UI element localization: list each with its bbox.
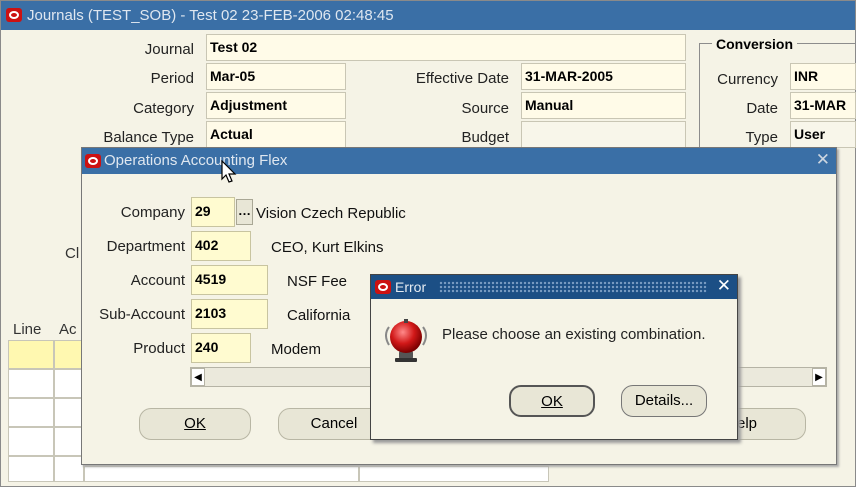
error-details-label: Details... <box>634 392 694 409</box>
account-cell[interactable] <box>54 340 84 369</box>
source-label: Source <box>461 100 509 117</box>
line-cell[interactable] <box>8 340 54 369</box>
sub-account-field[interactable]: 2103 <box>191 299 268 329</box>
conversion-date-label: Date <box>746 100 778 117</box>
company-description: Vision Czech Republic <box>256 205 406 222</box>
flex-cancel-label: Cancel <box>310 415 358 432</box>
company-field[interactable]: 29 <box>191 197 235 227</box>
error-message: Please choose an existing combination. <box>442 326 706 343</box>
account-cell[interactable] <box>54 369 84 398</box>
error-ok-button[interactable]: OK <box>509 385 595 417</box>
account-column-header: Ac <box>59 321 77 338</box>
error-title: Error <box>395 279 427 295</box>
budget-field[interactable] <box>521 121 686 148</box>
source-field[interactable]: Manual <box>521 92 686 119</box>
company-label: Company <box>120 204 185 221</box>
oracle-logo-icon <box>85 154 101 168</box>
effective-date-label: Effective Date <box>415 70 509 87</box>
error-title-bar[interactable]: Error ✕ <box>371 275 737 299</box>
currency-field[interactable]: INR <box>790 63 856 90</box>
department-description: CEO, Kurt Elkins <box>271 239 384 256</box>
balance-type-label: Balance Type <box>103 129 194 146</box>
mouse-cursor-icon <box>221 160 237 183</box>
period-label: Period <box>150 70 194 87</box>
account-cell[interactable] <box>54 456 84 482</box>
balance-type-field[interactable]: Actual <box>206 121 346 148</box>
error-alarm-icon <box>385 319 427 362</box>
grid-cell[interactable] <box>359 466 549 482</box>
department-field[interactable]: 402 <box>191 231 251 261</box>
partial-cl-label: Cl <box>65 245 80 262</box>
account-label: Account <box>130 272 185 289</box>
line-cell[interactable] <box>8 398 54 427</box>
title-bar-pattern <box>439 281 707 293</box>
accounting-flex-title-bar[interactable]: Operations Accounting Flex ✕ <box>82 148 836 174</box>
close-icon[interactable]: ✕ <box>717 276 731 296</box>
conversion-type-label: Type <box>745 129 778 146</box>
grid-cell[interactable] <box>84 466 359 482</box>
error-details-button[interactable]: Details... <box>621 385 707 417</box>
error-dialog: Error ✕ Please choose an existing combin… <box>370 274 738 440</box>
product-label: Product <box>133 340 185 357</box>
conversion-title: Conversion <box>712 36 798 52</box>
conversion-date-field[interactable]: 31-MAR <box>790 92 856 119</box>
sub-account-description: California <box>287 307 351 324</box>
line-cell[interactable] <box>8 456 54 482</box>
oracle-logo-icon <box>375 280 391 294</box>
journals-window-title: Journals (TEST_SOB) - Test 02 23-FEB-200… <box>27 7 394 24</box>
scroll-right-icon[interactable]: ▶ <box>812 368 826 386</box>
account-cell[interactable] <box>54 398 84 427</box>
oracle-logo-icon <box>6 8 22 22</box>
flex-ok-button[interactable]: OK <box>139 408 251 440</box>
flex-ok-label: OK <box>184 415 206 432</box>
department-label: Department <box>106 238 185 255</box>
period-field[interactable]: Mar-05 <box>206 63 346 90</box>
sub-account-label: Sub-Account <box>99 306 185 323</box>
effective-date-field[interactable]: 31-MAR-2005 <box>521 63 686 90</box>
category-label: Category <box>133 100 194 117</box>
error-ok-label: OK <box>541 393 563 410</box>
line-column-header: Line <box>13 321 42 338</box>
accounting-flex-title: Operations Accounting Flex <box>104 152 288 169</box>
category-field[interactable]: Adjustment <box>206 92 346 119</box>
conversion-type-field[interactable]: User <box>790 121 856 148</box>
flex-help-label: elp <box>737 415 758 432</box>
scroll-left-icon[interactable]: ◀ <box>191 368 205 386</box>
close-icon[interactable]: ✕ <box>816 150 830 170</box>
account-description: NSF Fee <box>287 273 348 290</box>
account-cell[interactable] <box>54 427 84 456</box>
line-cell[interactable] <box>8 427 54 456</box>
line-cell[interactable] <box>8 369 54 398</box>
journal-label: Journal <box>144 41 194 58</box>
account-field[interactable]: 4519 <box>191 265 268 295</box>
currency-label: Currency <box>717 71 778 88</box>
product-field[interactable]: 240 <box>191 333 251 363</box>
product-description: Modem <box>271 341 322 358</box>
journals-title-bar[interactable]: Journals (TEST_SOB) - Test 02 23-FEB-200… <box>1 1 855 30</box>
budget-label: Budget <box>461 129 509 146</box>
list-of-values-button[interactable]: … <box>236 199 253 225</box>
journal-field[interactable]: Test 02 <box>206 34 686 61</box>
